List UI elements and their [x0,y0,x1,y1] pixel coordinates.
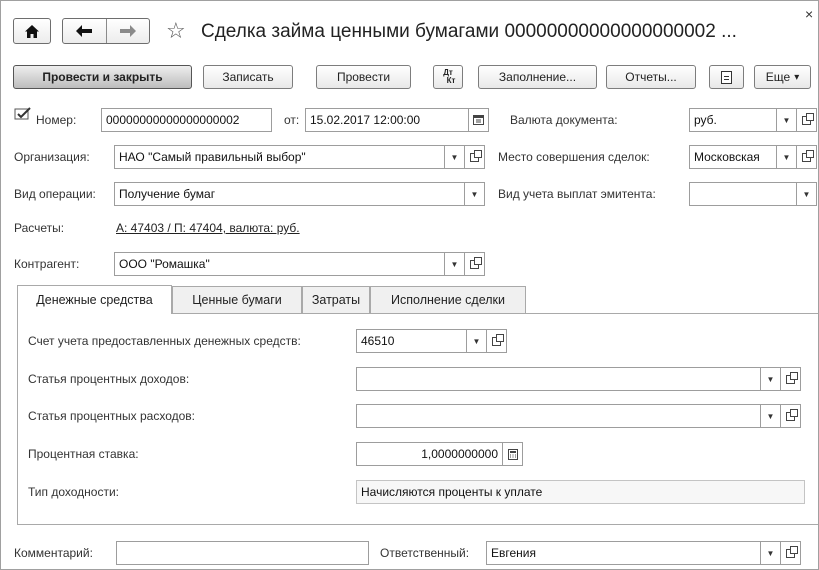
number-label: Номер: [36,113,77,127]
responsible-value: Евгения [491,546,536,560]
date-label: от: [284,113,300,127]
chevron-down-icon[interactable]: ▼ [760,368,780,390]
chevron-down-icon[interactable]: ▼ [760,405,780,427]
operation-select[interactable]: Получение бумаг ▼ [114,182,485,206]
organization-value: НАО "Самый правильный выбор" [119,150,306,164]
post-and-close-button[interactable]: Провести и закрыть [13,65,192,89]
responsible-select[interactable]: Евгения ▼ [486,541,781,565]
calendar-icon[interactable] [468,109,488,131]
income-label: Статья процентных доходов: [28,372,190,386]
currency-value: руб. [694,113,717,127]
arrow-left-icon[interactable] [63,19,106,43]
settlements-label: Расчеты: [14,221,65,235]
expense-label: Статья процентных расходов: [28,409,195,423]
yield-label: Тип доходности: [28,485,119,499]
organization-label: Организация: [14,150,90,164]
chevron-down-icon[interactable]: ▼ [796,183,816,205]
comment-field[interactable] [116,541,369,565]
place-value: Московская [694,150,760,164]
home-button-group[interactable] [13,18,51,44]
income-select[interactable]: ▼ [356,367,781,391]
more-button[interactable]: Еще ▾ [754,65,811,89]
account-select[interactable]: 46510 ▼ [356,329,487,353]
date-field[interactable]: 15.02.2017 12:00:00 [305,108,489,132]
history-nav [62,18,150,44]
tab-money[interactable]: Денежные средства [17,285,172,314]
open-account-button[interactable] [487,329,507,353]
chevron-down-icon[interactable]: ▼ [466,330,486,352]
place-select[interactable]: Московская ▼ [689,145,797,169]
tab-execution[interactable]: Исполнение сделки [370,286,526,313]
comment-label: Комментарий: [14,546,93,560]
operation-label: Вид операции: [14,187,96,201]
open-income-button[interactable] [781,367,801,391]
open-expense-button[interactable] [781,404,801,428]
post-button[interactable]: Провести [316,65,411,89]
open-icon [470,256,482,269]
chevron-down-icon[interactable]: ▼ [760,542,780,564]
chevron-down-icon: ▾ [794,71,800,83]
yield-field: Начисляются проценты к уплате [356,480,805,504]
issuer-label: Вид учета выплат эмитента: [498,187,656,201]
rate-field[interactable]: 1,0000000000 [356,442,523,466]
open-icon [470,149,482,162]
open-icon [802,149,814,162]
rate-label: Процентная ставка: [28,447,139,461]
account-value: 46510 [361,334,395,348]
open-icon [786,371,798,384]
open-currency-button[interactable] [797,108,817,132]
more-label: Еще [765,70,791,84]
settlements-link[interactable]: А: 47403 / П: 47404, валюта: руб. [116,216,300,240]
currency-label: Валюта документа: [510,113,618,127]
rate-value: 1,0000000000 [421,447,498,461]
open-organization-button[interactable] [465,145,485,169]
counterparty-value: ООО "Ромашка" [119,257,210,271]
save-button[interactable]: Записать [203,65,293,89]
post-status-icon [14,107,32,121]
close-icon[interactable]: × [805,6,813,22]
open-icon [786,408,798,421]
arrow-right-icon[interactable] [106,19,149,43]
chevron-down-icon[interactable]: ▼ [444,253,464,275]
chevron-down-icon[interactable]: ▼ [464,183,484,205]
kt-label: Кт [446,76,456,85]
open-icon [786,545,798,558]
open-place-button[interactable] [797,145,817,169]
account-label: Счет учета предоставленных денежных сред… [28,334,301,348]
calculator-icon[interactable] [502,443,522,465]
open-counterparty-button[interactable] [465,252,485,276]
open-icon [492,333,504,346]
responsible-label: Ответственный: [380,546,470,560]
dt-kt-button[interactable]: Дт Кт [433,65,463,89]
place-label: Место совершения сделок: [498,150,650,164]
print-button[interactable] [709,65,744,89]
chevron-down-icon[interactable]: ▼ [444,146,464,168]
window-title: Сделка займа ценными бумагами 0000000000… [201,21,737,42]
tab-securities[interactable]: Ценные бумаги [172,286,302,313]
organization-select[interactable]: НАО "Самый правильный выбор" ▼ [114,145,465,169]
tab-costs[interactable]: Затраты [302,286,370,313]
chevron-down-icon[interactable]: ▼ [776,109,796,131]
yield-value: Начисляются проценты к уплате [361,485,543,499]
home-icon[interactable] [14,19,50,43]
number-field[interactable]: 00000000000000000002 [101,108,272,132]
fill-button[interactable]: Заполнение... [478,65,597,89]
document-icon [721,70,732,84]
expense-select[interactable]: ▼ [356,404,781,428]
star-icon[interactable]: ☆ [166,20,186,42]
currency-select[interactable]: руб. ▼ [689,108,797,132]
counterparty-label: Контрагент: [14,257,80,271]
open-responsible-button[interactable] [781,541,801,565]
panel-bottom-divider [17,524,819,525]
reports-button[interactable]: Отчеты... [606,65,696,89]
issuer-select[interactable]: ▼ [689,182,817,206]
date-value: 15.02.2017 12:00:00 [310,113,421,127]
chevron-down-icon[interactable]: ▼ [776,146,796,168]
operation-value: Получение бумаг [119,187,216,201]
number-value: 00000000000000000002 [106,113,240,127]
counterparty-select[interactable]: ООО "Ромашка" ▼ [114,252,465,276]
open-icon [802,112,814,125]
